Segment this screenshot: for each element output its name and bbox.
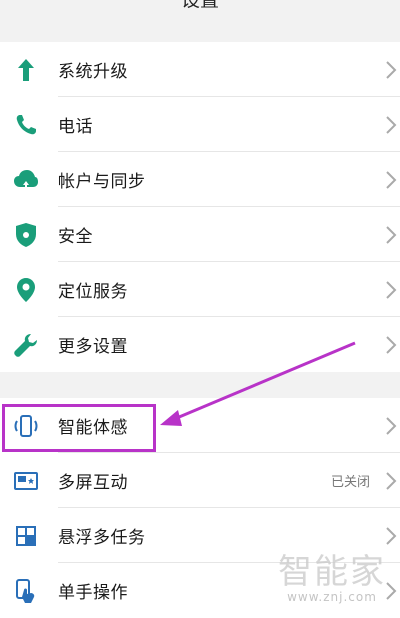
settings-item-one-hand[interactable]: 单手操作: [0, 563, 400, 618]
chevron-right-icon: [386, 280, 397, 299]
settings-item-label: 更多设置: [58, 337, 128, 357]
screen-share-icon: [12, 467, 40, 495]
settings-item-phone[interactable]: 电话: [0, 97, 400, 152]
settings-item-label: 智能体感: [58, 418, 128, 438]
chevron-right-icon: [386, 581, 397, 600]
one-hand-icon: [12, 577, 40, 605]
chevron-right-icon: [386, 526, 397, 545]
header-bar: 设置: [0, 0, 400, 28]
settings-item-location[interactable]: 定位服务: [0, 262, 400, 317]
settings-item-label: 电话: [58, 117, 93, 137]
page-title: 设置: [180, 0, 219, 11]
arrow-up-icon: [12, 56, 40, 84]
chevron-right-icon: [386, 416, 397, 435]
location-pin-icon: [12, 276, 40, 304]
floating-window-icon: [12, 522, 40, 550]
chevron-right-icon: [386, 471, 397, 490]
status-value: 已关闭: [330, 475, 370, 490]
cloud-sync-icon: [12, 166, 40, 194]
settings-item-label: 定位服务: [58, 282, 128, 302]
settings-item-security[interactable]: 安全: [0, 207, 400, 262]
settings-item-account-sync[interactable]: 帐户与同步: [0, 152, 400, 207]
settings-item-label: 多屏互动: [58, 473, 128, 493]
wrench-icon: [12, 331, 40, 359]
settings-item-more[interactable]: 更多设置: [0, 317, 400, 372]
phone-icon: [12, 111, 40, 139]
chevron-right-icon: [386, 170, 397, 189]
chevron-right-icon: [386, 225, 397, 244]
settings-item-label: 帐户与同步: [58, 172, 146, 192]
settings-item-system-update[interactable]: 系统升级: [0, 42, 400, 97]
settings-item-label: 系统升级: [58, 62, 128, 82]
settings-item-smart-motion[interactable]: 智能体感: [0, 398, 400, 453]
chevron-right-icon: [386, 335, 397, 354]
settings-item-floating-multitask[interactable]: 悬浮多任务: [0, 508, 400, 563]
chevron-right-icon: [386, 60, 397, 79]
chevron-right-icon: [386, 115, 397, 134]
phone-motion-icon: [12, 412, 40, 440]
settings-group-1: 系统升级 电话 帐户与同步 安全 定位服务 更多设置: [0, 42, 400, 372]
settings-item-label: 安全: [58, 227, 93, 247]
settings-item-label: 单手操作: [58, 583, 128, 603]
shield-icon: [12, 221, 40, 249]
settings-item-label: 悬浮多任务: [58, 528, 146, 548]
settings-item-multi-screen[interactable]: 多屏互动 已关闭: [0, 453, 400, 508]
settings-group-2: 智能体感 多屏互动 已关闭 悬浮多任务 单手操作: [0, 398, 400, 618]
